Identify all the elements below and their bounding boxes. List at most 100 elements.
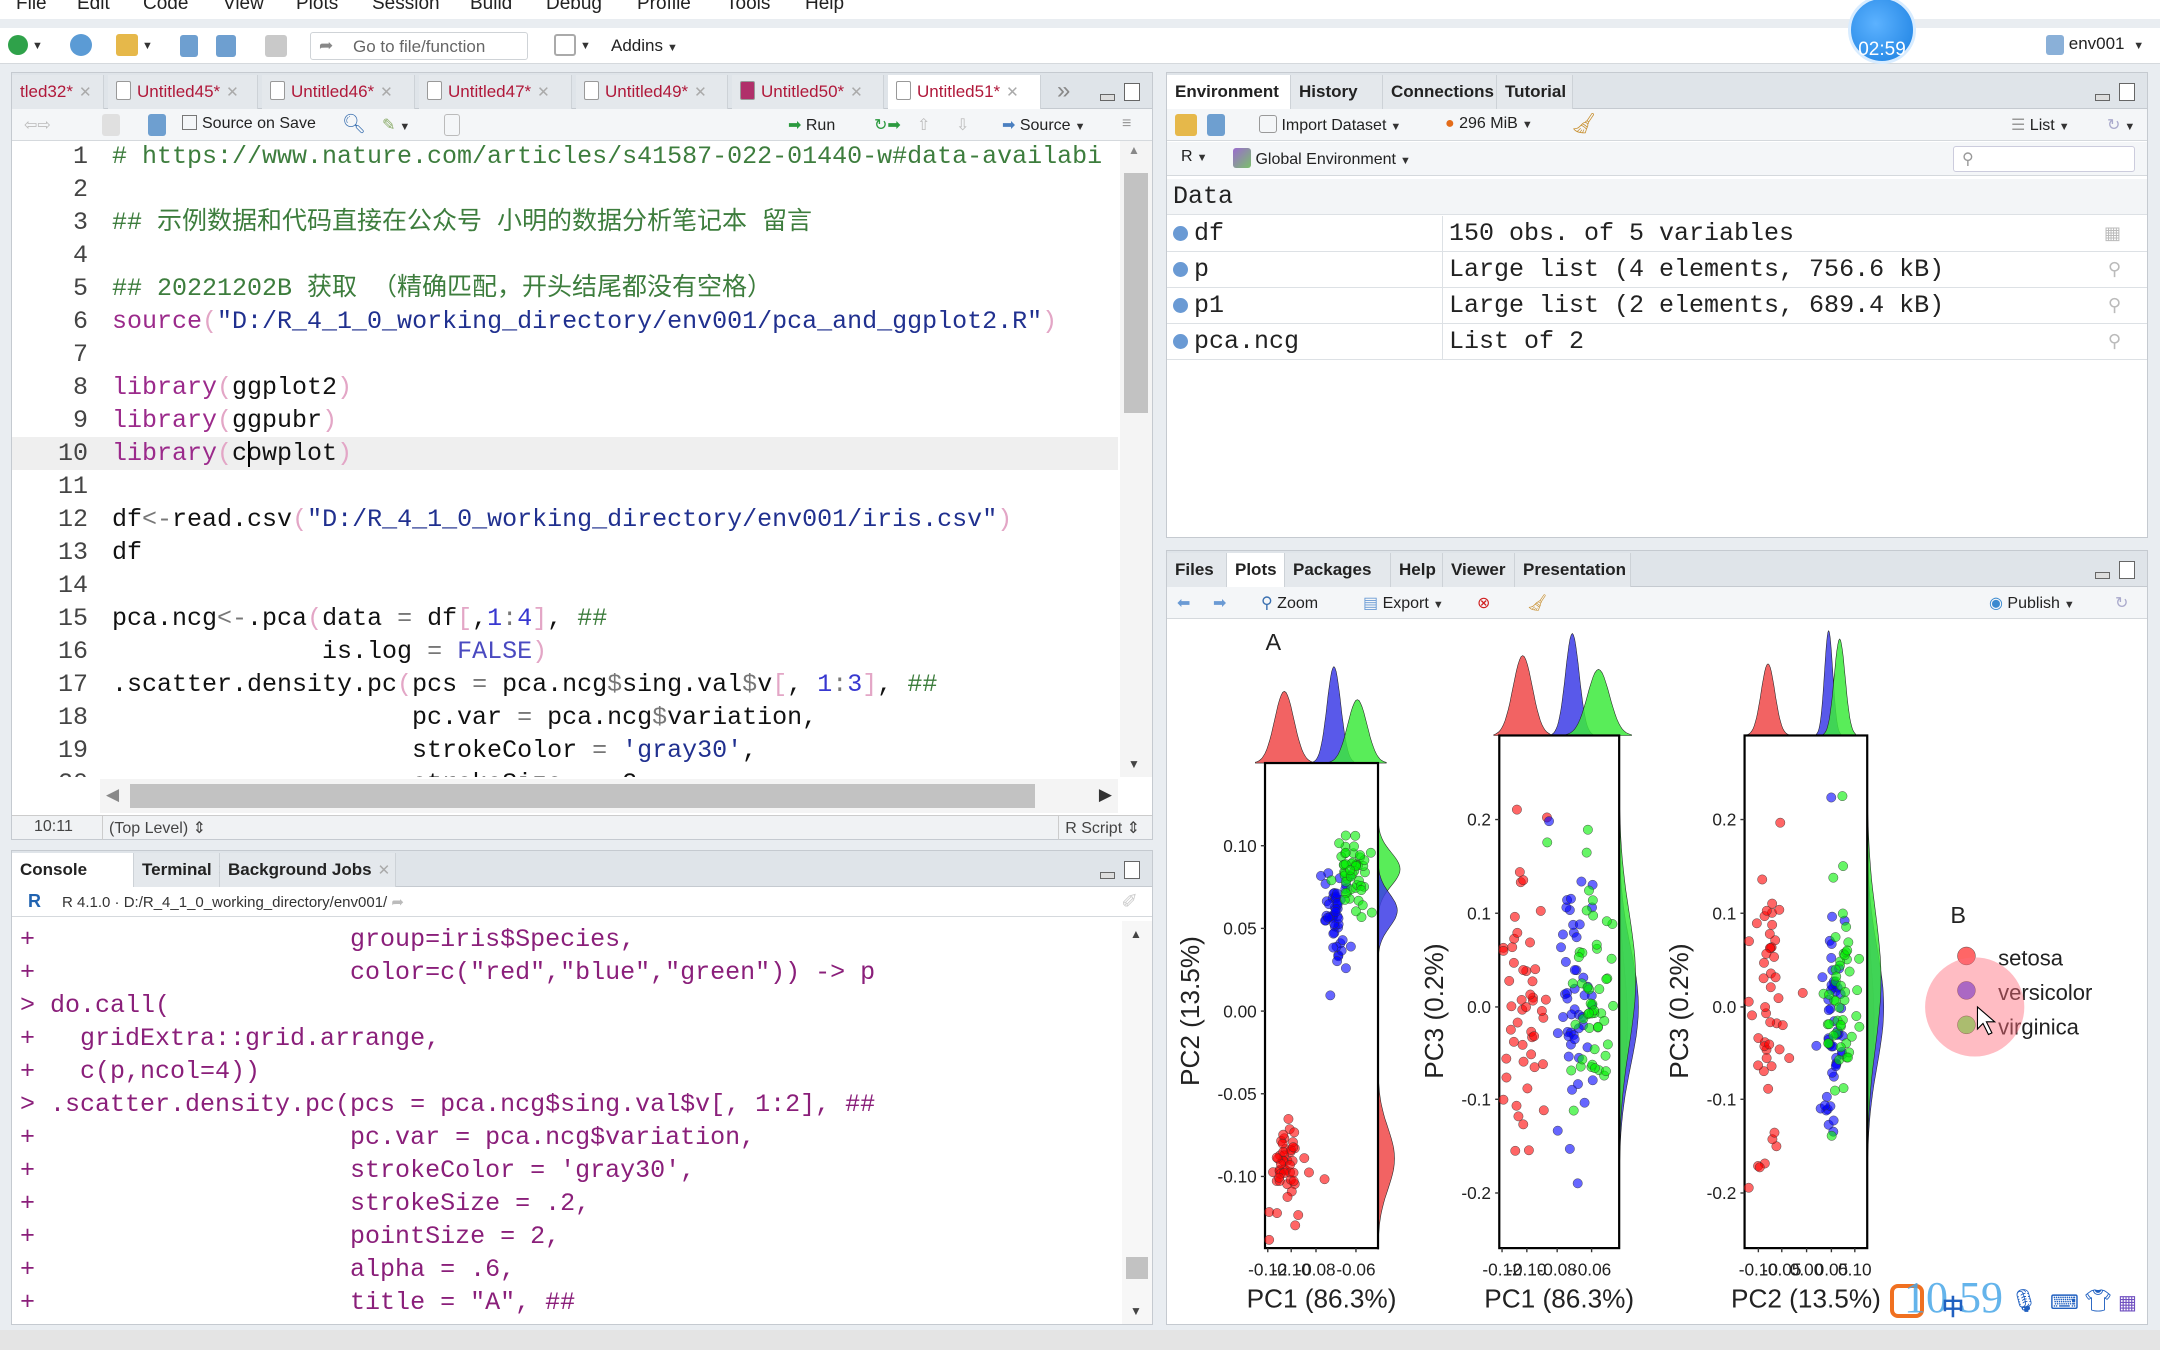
previous-plot-icon[interactable]: ⬅ [1177, 593, 1190, 613]
scope-selector[interactable]: (Top Level) ⇕ [102, 816, 212, 840]
menu-tools[interactable]: Tools [726, 0, 770, 15]
back-forward-icon[interactable]: ⇦⇨ [24, 115, 51, 135]
zoom-button[interactable]: ⚲ Zoom [1261, 593, 1318, 613]
run-button[interactable]: ➡ Run [788, 115, 835, 135]
tab-viewer[interactable]: Viewer [1443, 553, 1515, 587]
refresh-icon[interactable]: ↻ ▼ [2107, 115, 2135, 135]
menu-edit[interactable]: Edit [77, 0, 110, 15]
tab-connections[interactable]: Connections [1383, 75, 1497, 109]
minimize-icon[interactable] [1100, 94, 1115, 101]
console-scrollbar[interactable]: ▲ ▼ [1122, 921, 1152, 1324]
broom-icon[interactable]: 🧹︎ [1571, 111, 1596, 136]
magic-wand-icon[interactable]: ✎ ▼ [382, 115, 410, 135]
maximize-icon[interactable] [2119, 561, 2135, 579]
menu-build[interactable]: Build [470, 0, 512, 15]
editor-tab[interactable]: Untitled47* ✕ [419, 75, 572, 109]
tab-help[interactable]: Help [1391, 553, 1443, 587]
publish-button[interactable]: ◉ Publish ▼ [1989, 593, 2075, 613]
scroll-thumb[interactable] [1124, 173, 1148, 413]
menu-code[interactable]: Code [143, 0, 188, 15]
next-plot-icon[interactable]: ➡ [1213, 593, 1226, 613]
save-workspace-icon[interactable] [1207, 114, 1225, 136]
search-icon[interactable]: ⚲ [2108, 288, 2121, 324]
environment-row[interactable]: df 150 obs. of 5 variables ▦ [1167, 216, 2147, 252]
close-tab-icon[interactable]: ✕ [380, 84, 393, 101]
project-menu[interactable]: env001 ▼ [2046, 34, 2144, 55]
editor-tab[interactable]: Untitled46* ✕ [262, 75, 415, 109]
clear-console-icon[interactable]: ✐ [1121, 889, 1138, 914]
checkbox-icon[interactable] [182, 115, 197, 130]
expand-icon[interactable] [1173, 334, 1188, 349]
maximize-icon[interactable] [1124, 83, 1140, 101]
console-tab[interactable]: Terminal✕ [134, 853, 230, 887]
layout-button[interactable]: ▼ [554, 34, 591, 56]
down-arrow-icon[interactable]: ⇩ [956, 115, 969, 135]
menu-help[interactable]: Help [805, 0, 844, 15]
tab-tutorial[interactable]: Tutorial [1497, 75, 1573, 109]
notebook-icon[interactable] [444, 114, 460, 136]
scroll-thumb[interactable] [1126, 1257, 1148, 1279]
tab-environment[interactable]: Environment [1167, 75, 1291, 110]
menu-session[interactable]: Session [372, 0, 440, 15]
export-button[interactable]: ▤ Export ▼ [1363, 593, 1444, 613]
editor-vscrollbar[interactable]: ▲ ▼ [1120, 141, 1152, 777]
maximize-icon[interactable] [1124, 861, 1140, 879]
close-tab-icon[interactable]: ✕ [1006, 84, 1019, 101]
menu-profile[interactable]: Profile [637, 0, 691, 15]
scroll-left-icon[interactable]: ◀ [106, 785, 119, 805]
environment-search-input[interactable]: ⚲ [1953, 146, 2135, 172]
microphone-icon[interactable]: 🎙︎ [2010, 1288, 2038, 1314]
scroll-down-icon[interactable]: ▼ [1130, 1304, 1142, 1318]
keyboard-icon[interactable]: ⌨ [2050, 1290, 2079, 1315]
hscroll-thumb[interactable] [130, 784, 1035, 808]
expand-icon[interactable] [1173, 226, 1188, 241]
search-icon[interactable]: ⚲ [2108, 252, 2121, 288]
working-directory[interactable]: D:/R_4_1_0_working_directory/env001/ [124, 894, 388, 911]
tab-packages[interactable]: Packages [1285, 553, 1391, 587]
editor-tab[interactable]: Untitled50* ✕ [732, 75, 884, 109]
skin-icon[interactable]: 👕︎ [2084, 1288, 2112, 1314]
expand-icon[interactable] [1173, 262, 1188, 277]
more-tabs-icon[interactable]: » [1057, 77, 1070, 105]
console-output[interactable]: + group=iris$Species, + color=c("red","bl… [20, 923, 1110, 1323]
table-icon[interactable]: ▦ [2104, 216, 2121, 252]
search-icon[interactable]: ⚲ [2108, 324, 2121, 360]
save-icon[interactable] [148, 114, 166, 136]
menu-file[interactable]: File [16, 0, 47, 15]
memory-usage-button[interactable]: ● 296 MiB ▼ [1445, 115, 1533, 133]
scroll-down-icon[interactable]: ▼ [1128, 757, 1140, 771]
remove-plot-icon[interactable]: ⊗ [1477, 593, 1490, 613]
ime-mode[interactable]: 中 [1942, 1290, 1964, 1322]
search-icon[interactable]: 🔍︎ [342, 112, 366, 136]
expand-icon[interactable] [1173, 298, 1188, 313]
up-arrow-icon[interactable]: ⇧ [917, 115, 930, 135]
view-mode-button[interactable]: ☰ List ▼ [2011, 115, 2070, 135]
timer-badge[interactable]: 02:59 [1848, 0, 1916, 64]
minimize-icon[interactable] [1100, 872, 1115, 879]
rerun-icon[interactable]: ↻➡ [874, 115, 901, 135]
close-tab-icon[interactable]: ✕ [226, 84, 239, 101]
save-all-icon[interactable] [216, 35, 236, 57]
editor-hscrollbar[interactable]: ◀ ▶ [100, 779, 1118, 813]
environment-row[interactable]: p Large list (4 elements, 756.6 kB) ⚲ [1167, 252, 2147, 288]
tab-history[interactable]: History [1291, 75, 1383, 109]
pane-minmax[interactable] [2095, 561, 2135, 579]
scroll-up-icon[interactable]: ▲ [1128, 143, 1140, 157]
open-file-button[interactable]: ▼ [116, 34, 153, 56]
new-file-button[interactable]: ▼ [8, 34, 43, 55]
close-tab-icon[interactable]: ✕ [79, 84, 92, 101]
language-selector[interactable]: R ▼ [1181, 148, 1207, 166]
print-icon[interactable] [265, 35, 287, 57]
addins-button[interactable]: Addins ▼ [611, 36, 678, 56]
pane-minmax[interactable] [1100, 861, 1140, 879]
console-tab[interactable]: Console [12, 853, 134, 888]
close-tab-icon[interactable]: ✕ [378, 862, 391, 879]
pane-minmax[interactable] [2095, 83, 2135, 101]
menu-plots[interactable]: Plots [296, 0, 338, 15]
save-icon[interactable] [180, 35, 198, 57]
menu-view[interactable]: View [223, 0, 264, 15]
scroll-right-icon[interactable]: ▶ [1099, 785, 1112, 805]
menu-debug[interactable]: Debug [546, 0, 602, 15]
editor-tab[interactable]: Untitled49* ✕ [576, 75, 728, 109]
source-on-save-checkbox[interactable]: Source on Save [182, 115, 316, 133]
